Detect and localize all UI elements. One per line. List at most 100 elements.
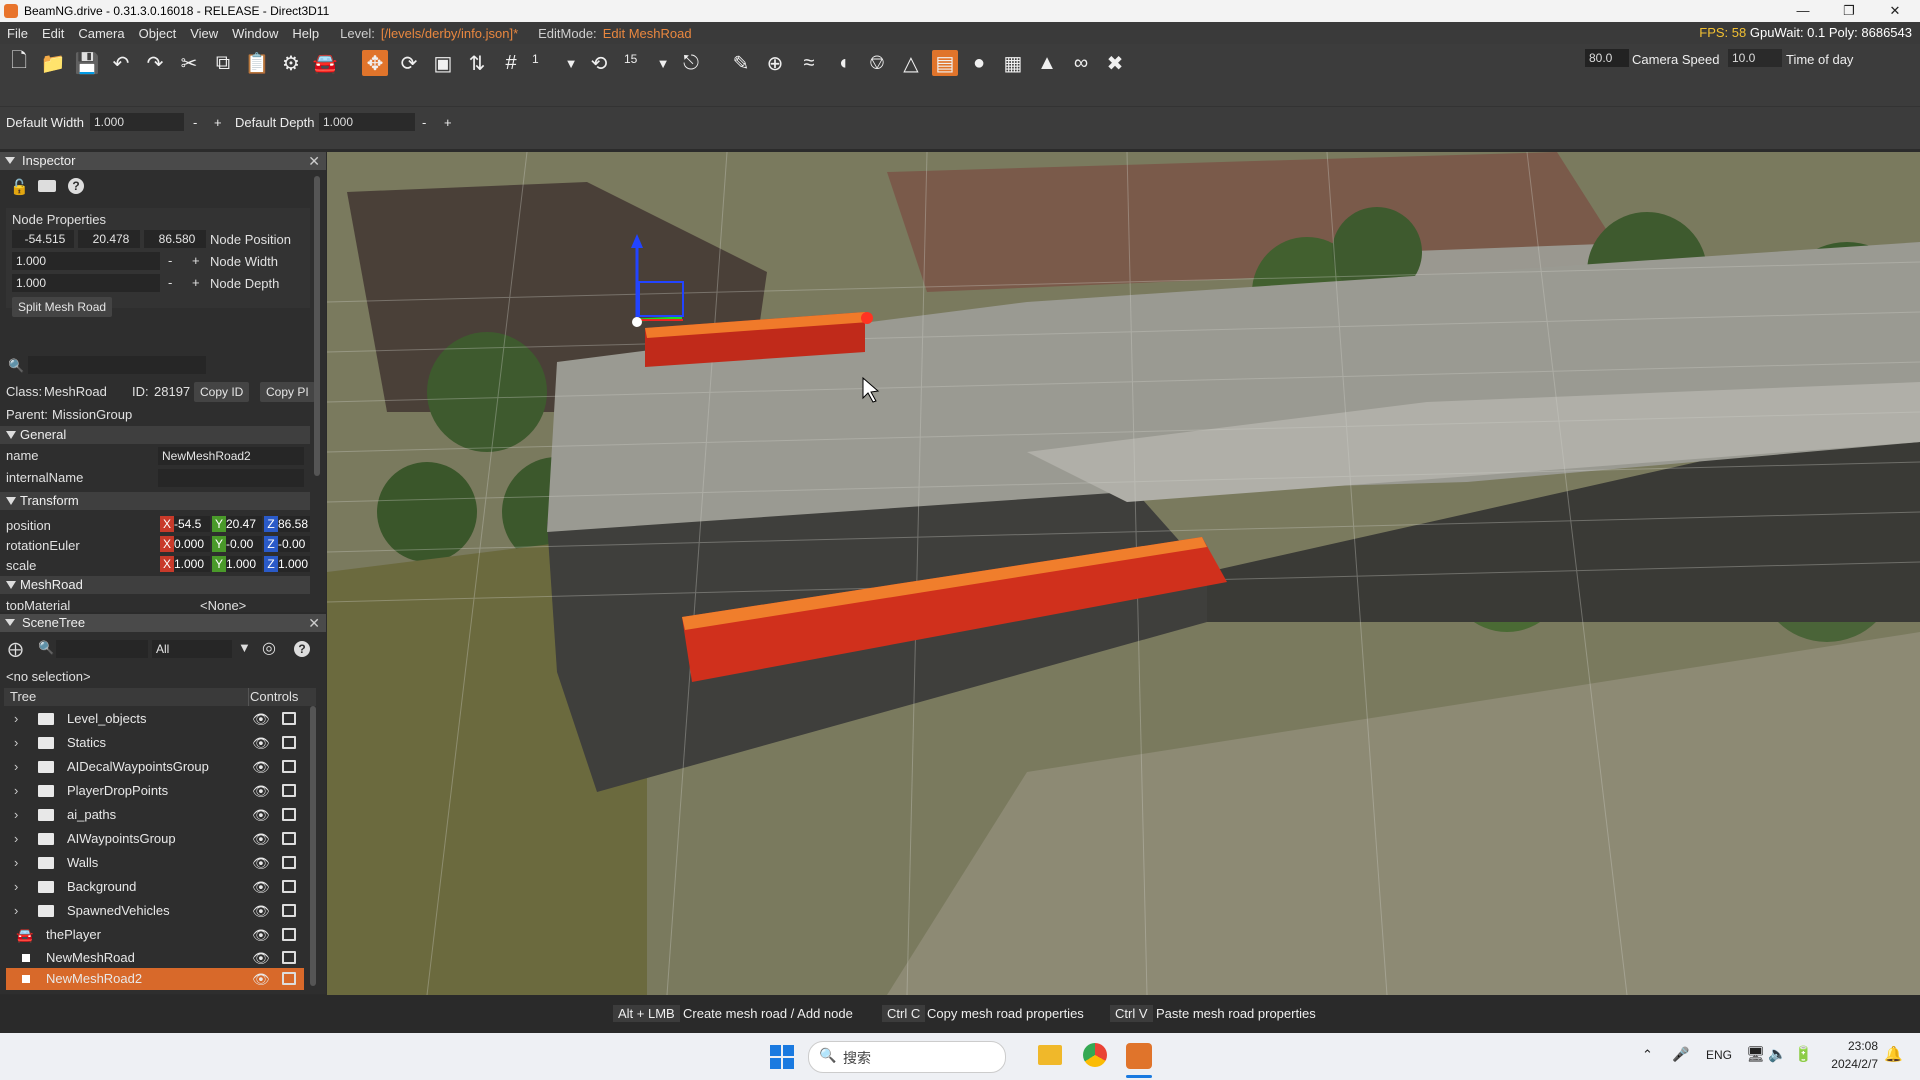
menu-help[interactable]: Help xyxy=(285,26,326,41)
new-file-icon[interactable]: 🗋 xyxy=(6,50,32,76)
menu-object[interactable]: Object xyxy=(132,26,184,41)
tree-item[interactable]: › PlayerDropPoints 👁 xyxy=(0,779,310,803)
lock-icon[interactable] xyxy=(282,904,296,917)
lock-icon[interactable] xyxy=(282,928,296,941)
chevron-right-icon[interactable]: › xyxy=(14,755,18,779)
collapse-triangle-icon[interactable] xyxy=(5,619,15,626)
add-group-icon[interactable]: ⨁ xyxy=(8,640,23,658)
chevron-right-icon[interactable]: › xyxy=(14,875,18,899)
terrain-paint-icon[interactable]: ● xyxy=(966,50,992,76)
river-tool-icon[interactable]: ◖ xyxy=(830,50,856,76)
transform-section[interactable]: Transform xyxy=(0,492,310,510)
tree-item[interactable]: › ai_paths 👁 xyxy=(0,803,310,827)
node-width-input[interactable]: 1.000 xyxy=(12,252,160,270)
menu-view[interactable]: View xyxy=(183,26,225,41)
inspector-scrollbar[interactable] xyxy=(314,176,320,476)
notification-bell-icon[interactable]: 🔔 xyxy=(1884,1045,1903,1063)
speed-input-left[interactable]: 80.0 xyxy=(1585,49,1629,67)
scenetree-search-input[interactable] xyxy=(56,640,148,658)
terrain-material-icon[interactable]: ▦ xyxy=(1000,50,1026,76)
pencil-icon[interactable]: ✎ xyxy=(728,50,754,76)
scale-x[interactable]: X 1.000 xyxy=(160,556,210,572)
position-y[interactable]: Y 20.47 xyxy=(212,516,262,532)
chrome-icon[interactable] xyxy=(1083,1043,1107,1067)
help-icon[interactable]: ? xyxy=(68,178,84,194)
lock-icon[interactable] xyxy=(282,784,296,797)
decal-road-icon[interactable]: ⎊ xyxy=(864,50,890,76)
radar-icon[interactable]: ◎ xyxy=(262,638,276,658)
road-architect-icon[interactable]: ▲ xyxy=(1034,50,1060,76)
copy-pi-button[interactable]: Copy PI xyxy=(260,382,315,402)
meshroad-section[interactable]: MeshRoad xyxy=(0,576,310,594)
eye-icon[interactable]: 👁 xyxy=(252,827,270,851)
file-explorer-icon[interactable] xyxy=(1038,1045,1062,1065)
3d-viewport[interactable] xyxy=(327,152,1920,995)
add-node-icon[interactable]: ⊕ xyxy=(762,50,788,76)
save-icon[interactable]: 💾 xyxy=(74,50,100,76)
scale-y[interactable]: Y 1.000 xyxy=(212,556,262,572)
cut-icon[interactable]: ✂ xyxy=(176,50,202,76)
node-pos-z[interactable]: 86.580 xyxy=(144,230,206,248)
tree-item[interactable]: › AIDecalWaypointsGroup 👁 xyxy=(0,755,310,779)
battery-icon[interactable]: 🔋 xyxy=(1794,1045,1813,1063)
inspector-close-icon[interactable]: ✕ xyxy=(308,152,320,170)
position-z[interactable]: Z 86.58 xyxy=(264,516,310,532)
menu-camera[interactable]: Camera xyxy=(71,26,131,41)
eye-icon[interactable]: 👁 xyxy=(252,779,270,803)
microphone-icon[interactable]: 🎤 xyxy=(1672,1046,1689,1063)
lock-icon[interactable] xyxy=(282,856,296,869)
clock-time[interactable]: 23:08 xyxy=(1832,1039,1878,1053)
forest-icon[interactable]: △ xyxy=(898,50,924,76)
inspector-search-input[interactable] xyxy=(28,356,206,374)
inspector-header[interactable]: Inspector ✕ xyxy=(0,152,326,170)
scale-z[interactable]: Z 1.000 xyxy=(264,556,310,572)
scenetree-close-icon[interactable]: ✕ xyxy=(308,614,320,632)
settings-gear-icon[interactable]: ⚙ xyxy=(278,50,304,76)
language-indicator[interactable]: ENG xyxy=(1706,1048,1732,1062)
mesh-road-icon[interactable]: ▤ xyxy=(932,50,958,76)
copy-id-button[interactable]: Copy ID xyxy=(194,382,250,402)
rotate-snap-dropdown-icon[interactable]: ▼ xyxy=(650,50,676,76)
windows-start-icon[interactable] xyxy=(770,1045,794,1069)
node-depth-input[interactable]: 1.000 xyxy=(12,274,160,292)
taskbar-search[interactable]: 🔍 搜索 xyxy=(808,1041,1006,1073)
eye-icon[interactable]: 👁 xyxy=(252,923,270,947)
tree-item[interactable]: › AIWaypointsGroup 👁 xyxy=(0,827,310,851)
default-width-input[interactable]: 1.000 xyxy=(90,113,184,131)
camera-speed-input[interactable]: 10.0 xyxy=(1728,49,1782,67)
eye-icon[interactable]: 👁 xyxy=(252,755,270,779)
eye-icon[interactable]: 👁 xyxy=(252,875,270,899)
paste-icon[interactable]: 📋 xyxy=(244,50,270,76)
terrain-snap-icon[interactable]: ⎋ xyxy=(678,50,704,76)
grid-snap-icon[interactable]: # xyxy=(498,50,524,76)
redo-icon[interactable]: ↷ xyxy=(142,50,168,76)
lock-icon[interactable] xyxy=(282,808,296,821)
chevron-right-icon[interactable]: › xyxy=(14,899,18,923)
minimize-button[interactable]: — xyxy=(1780,0,1826,22)
node-depth-minus[interactable]: - xyxy=(168,275,172,290)
general-section[interactable]: General xyxy=(0,426,310,444)
tree-item-road[interactable]: NewMeshRoad 👁 xyxy=(0,946,310,970)
eye-icon[interactable]: 👁 xyxy=(252,803,270,827)
menu-window[interactable]: Window xyxy=(225,26,285,41)
chevron-right-icon[interactable]: › xyxy=(14,779,18,803)
default-depth-plus[interactable]: + xyxy=(444,115,452,130)
rotation-x[interactable]: X 0.000 xyxy=(160,536,210,552)
align-tool-icon[interactable]: ⇅ xyxy=(464,50,490,76)
chevron-right-icon[interactable]: › xyxy=(14,827,18,851)
menu-file[interactable]: File xyxy=(0,26,35,41)
id-card-icon[interactable] xyxy=(38,180,56,192)
road-tool-icon[interactable]: ≈ xyxy=(796,50,822,76)
scale-tool-icon[interactable]: ▣ xyxy=(430,50,456,76)
default-width-plus[interactable]: + xyxy=(214,115,222,130)
node-width-plus[interactable]: + xyxy=(192,253,200,268)
rotation-y[interactable]: Y -0.00 xyxy=(212,536,262,552)
default-depth-minus[interactable]: - xyxy=(422,115,426,130)
volume-icon[interactable]: 🔈 xyxy=(1768,1045,1787,1063)
node-pos-x[interactable]: -54.515 xyxy=(12,230,74,248)
collapse-triangle-icon[interactable] xyxy=(5,157,15,164)
internal-name-input[interactable] xyxy=(158,469,304,487)
chevron-right-icon[interactable]: › xyxy=(14,803,18,827)
lock-icon[interactable] xyxy=(282,760,296,773)
help-icon[interactable]: ? xyxy=(294,641,310,657)
